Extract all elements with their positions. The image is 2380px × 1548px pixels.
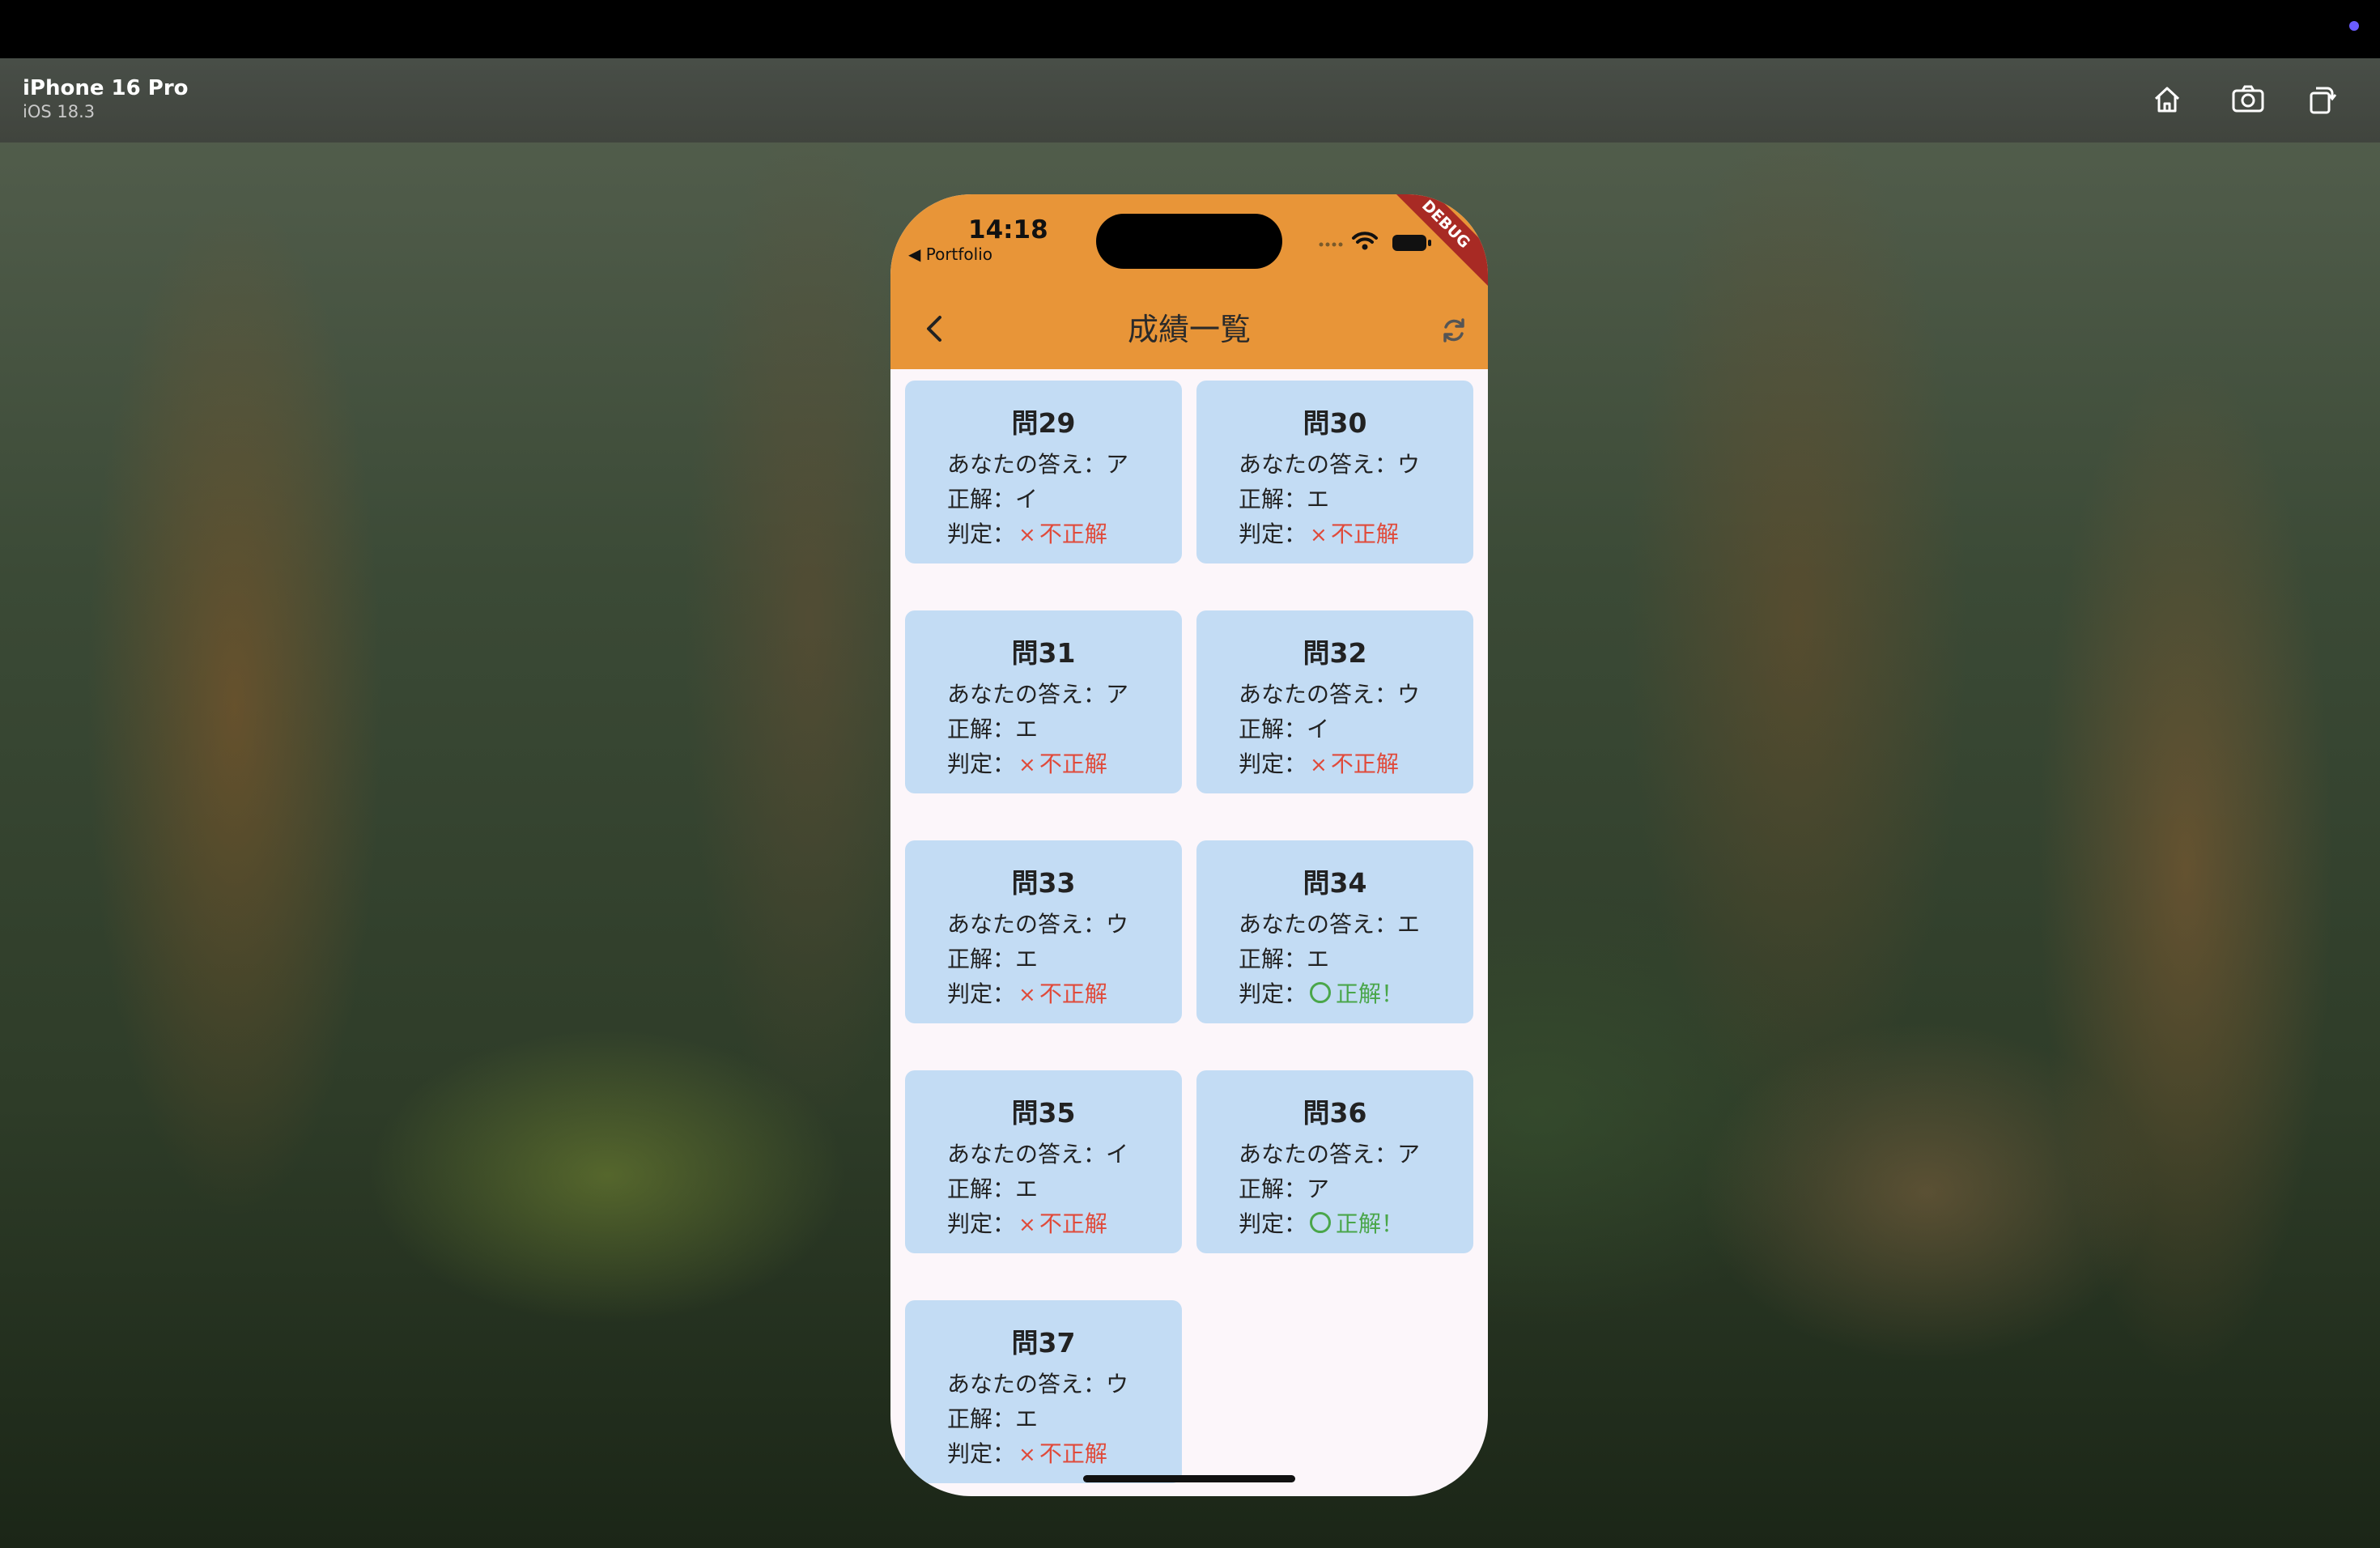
question-number: 問37 xyxy=(1011,1327,1076,1359)
result-card[interactable]: 問35 あなたの答え：イ 正解：エ判定： × 不正解 xyxy=(905,1070,1182,1253)
verdict-result: 不正解 xyxy=(1330,751,1399,777)
verdict-row: 判定： × 不正解 xyxy=(947,1206,1107,1239)
cross-icon: × xyxy=(1018,983,1036,1007)
correct-answer: 正解：エ xyxy=(947,1406,1039,1432)
cross-icon: × xyxy=(1018,1213,1036,1237)
device-name: iPhone 16 Pro xyxy=(23,76,189,100)
question-number: 問32 xyxy=(1303,637,1367,669)
question-number: 問34 xyxy=(1303,867,1367,899)
your-answer: あなたの答え：ア xyxy=(1239,1141,1421,1167)
result-card[interactable]: 問30 あなたの答え：ウ 正解：エ判定： × 不正解 xyxy=(1196,381,1473,563)
verdict-result: 不正解 xyxy=(1039,980,1107,1007)
correct-answer: 正解：イ xyxy=(1239,716,1330,742)
your-answer: あなたの答え：ウ xyxy=(947,1371,1129,1397)
result-card[interactable]: 問36 あなたの答え：ア 正解：ア判定： 正解！ xyxy=(1196,1070,1473,1253)
screenshot-button[interactable] xyxy=(2226,79,2270,120)
correct-answer: 正解：エ xyxy=(947,1176,1039,1202)
verdict-result: 正解！ xyxy=(1336,980,1405,1007)
verdict-row: 判定： × 不正解 xyxy=(1239,517,1399,549)
verdict-row: 判定： × 不正解 xyxy=(1239,746,1399,779)
status-icons xyxy=(1319,232,1431,251)
verdict-row: 判定： × 不正解 xyxy=(947,1436,1107,1469)
verdict-label: 判定： xyxy=(947,521,1016,547)
verdict-label: 判定： xyxy=(1239,751,1307,777)
result-card[interactable]: 問31 あなたの答え：ア 正解：エ判定： × 不正解 xyxy=(905,610,1182,793)
question-number: 問36 xyxy=(1303,1097,1367,1129)
question-number: 問31 xyxy=(1011,637,1076,669)
simulator-title-bar: iPhone 16 Pro iOS 18.3 xyxy=(0,58,2380,142)
correct-answer: 正解：エ xyxy=(1239,486,1330,512)
your-answer: あなたの答え：ウ xyxy=(1239,681,1421,708)
your-answer: あなたの答え：ア xyxy=(947,451,1129,478)
verdict-label: 判定： xyxy=(947,1210,1016,1237)
your-answer: あなたの答え：ア xyxy=(947,681,1129,708)
verdict-row: 判定： × 不正解 xyxy=(947,746,1107,779)
cross-icon: × xyxy=(1310,753,1328,777)
correct-answer: 正解：イ xyxy=(947,486,1039,512)
battery-icon xyxy=(1392,235,1431,251)
page-title: 成績一覧 xyxy=(1127,312,1251,347)
phone-screen: 14:18 ◀ Portfolio DEBUG 成績一覧 問29 あなたの答え：ア… xyxy=(890,194,1488,1496)
signal-icon xyxy=(1319,242,1343,247)
refresh-button[interactable] xyxy=(1434,311,1473,350)
menu-bar xyxy=(0,0,2380,58)
verdict-result: 不正解 xyxy=(1039,521,1107,547)
verdict-row: 判定： × 不正解 xyxy=(947,517,1107,549)
back-to-app-link[interactable]: ◀ Portfolio xyxy=(908,245,992,264)
result-card[interactable]: 問32 あなたの答え：ウ 正解：イ判定： × 不正解 xyxy=(1196,610,1473,793)
verdict-result: 不正解 xyxy=(1039,1210,1107,1237)
verdict-result: 不正解 xyxy=(1039,1440,1107,1467)
os-version: iOS 18.3 xyxy=(23,102,96,121)
status-time: 14:18 xyxy=(968,215,1048,245)
correct-answer: 正解：エ xyxy=(1239,946,1330,972)
rotate-button[interactable] xyxy=(2299,79,2343,120)
question-number: 問29 xyxy=(1011,407,1076,439)
result-card[interactable]: 問29 あなたの答え：ア 正解：イ判定： × 不正解 xyxy=(905,381,1182,563)
status-dot-icon xyxy=(2349,21,2359,31)
result-card[interactable]: 問33 あなたの答え：ウ 正解：エ判定： × 不正解 xyxy=(905,840,1182,1023)
question-number: 問30 xyxy=(1303,407,1367,439)
screenshot-icon xyxy=(2232,85,2264,113)
circle-icon xyxy=(1310,1212,1332,1233)
home-button[interactable] xyxy=(2145,79,2189,120)
correct-answer: 正解：エ xyxy=(947,716,1039,742)
verdict-label: 判定： xyxy=(1239,521,1307,547)
question-number: 問33 xyxy=(1011,867,1076,899)
rotate-icon xyxy=(2310,87,2337,114)
correct-answer: 正解：ア xyxy=(1239,1176,1330,1202)
app-bar: 14:18 ◀ Portfolio DEBUG 成績一覧 xyxy=(890,194,1488,369)
result-card[interactable]: 問37 あなたの答え：ウ 正解：エ判定： × 不正解 xyxy=(905,1300,1182,1483)
verdict-row: 判定： × 不正解 xyxy=(947,976,1107,1009)
circle-icon xyxy=(1310,982,1332,1003)
cross-icon: × xyxy=(1018,753,1036,777)
verdict-result: 正解！ xyxy=(1336,1210,1405,1237)
verdict-label: 判定： xyxy=(947,1440,1016,1467)
refresh-icon xyxy=(1443,318,1464,342)
home-indicator[interactable] xyxy=(1083,1475,1295,1482)
verdict-result: 不正解 xyxy=(1039,751,1107,777)
verdict-label: 判定： xyxy=(947,751,1016,777)
verdict-result: 不正解 xyxy=(1330,521,1399,547)
home-icon xyxy=(2154,87,2180,113)
your-answer: あなたの答え：ウ xyxy=(1239,451,1421,478)
cross-icon: × xyxy=(1018,1443,1036,1467)
your-answer: あなたの答え：エ xyxy=(1239,911,1421,938)
question-number: 問35 xyxy=(1011,1097,1076,1129)
your-answer: あなたの答え：ウ xyxy=(947,911,1129,938)
your-answer: あなたの答え：イ xyxy=(947,1141,1129,1167)
verdict-label: 判定： xyxy=(1239,980,1307,1007)
verdict-row: 判定： 正解！ xyxy=(1239,1206,1404,1239)
wifi-icon xyxy=(1352,232,1378,244)
result-card[interactable]: 問34 あなたの答え：エ 正解：エ判定： 正解！ xyxy=(1196,840,1473,1023)
verdict-label: 判定： xyxy=(1239,1210,1307,1237)
verdict-row: 判定： 正解！ xyxy=(1239,976,1404,1009)
verdict-label: 判定： xyxy=(947,980,1016,1007)
cross-icon: × xyxy=(1310,523,1328,547)
dynamic-island xyxy=(1096,214,1282,269)
cross-icon: × xyxy=(1018,523,1036,547)
correct-answer: 正解：エ xyxy=(947,946,1039,972)
